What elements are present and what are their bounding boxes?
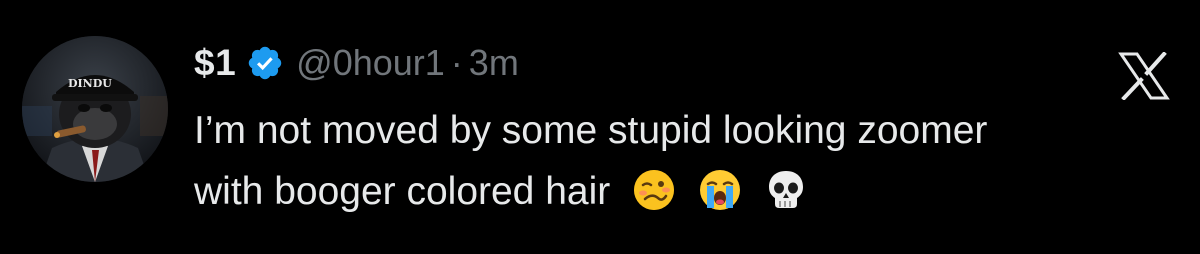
- avatar-image: DINDU: [22, 36, 168, 182]
- avatar-cap-text: DINDU: [68, 77, 112, 90]
- separator-dot: ·: [450, 42, 463, 83]
- skull-icon: [764, 168, 808, 212]
- woozy-face-icon: [632, 168, 676, 212]
- loudly-crying-face-icon: [698, 168, 742, 212]
- tweet-text-line-2: with booger colored hair: [194, 161, 1184, 222]
- display-name[interactable]: $1: [194, 42, 236, 84]
- tweet-text-line-1: I’m not moved by some stupid looking zoo…: [194, 109, 988, 152]
- tweet-card[interactable]: DINDU $1 @0hour1 · 3m I’m not moved by s…: [0, 0, 1200, 254]
- timestamp[interactable]: 3m: [469, 42, 519, 84]
- tweet-text-line-2-text: with booger colored hair: [194, 170, 611, 213]
- x-logo-icon[interactable]: [1118, 51, 1170, 101]
- tweet-header: $1 @0hour1 · 3m: [194, 38, 519, 88]
- avatar[interactable]: DINDU: [22, 36, 168, 182]
- user-handle[interactable]: @0hour1: [296, 42, 445, 84]
- tweet-text: I’m not moved by some stupid looking zoo…: [194, 100, 1184, 222]
- verified-badge-icon: [246, 44, 284, 82]
